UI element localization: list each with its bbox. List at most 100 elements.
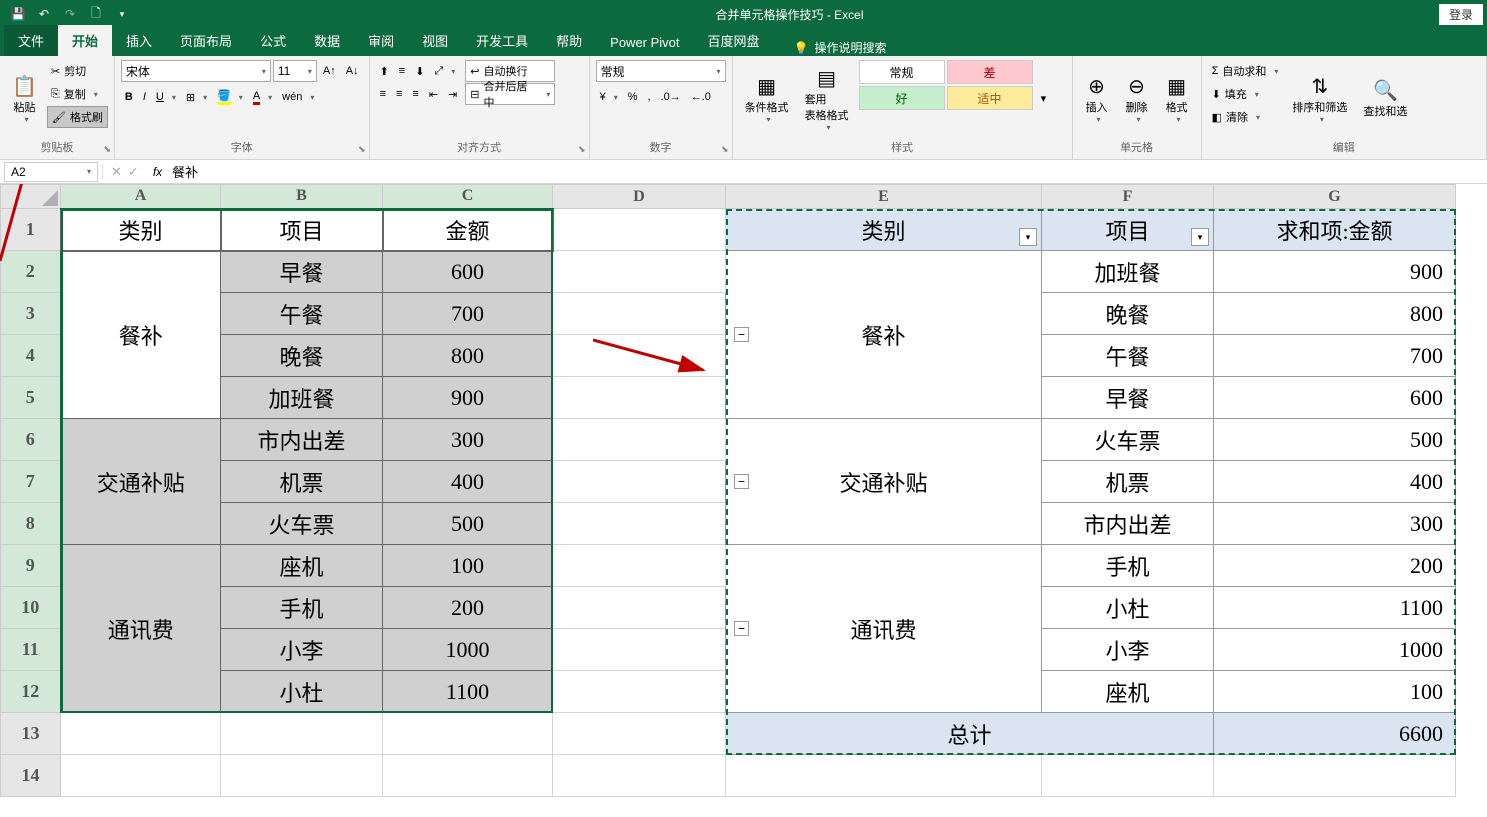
pivot-collapse-button[interactable]: − [734, 327, 749, 342]
border-button[interactable]: ⊞▾ [182, 86, 211, 108]
cell-F4[interactable]: 午餐 [1042, 335, 1214, 377]
cell-B5[interactable]: 加班餐 [221, 377, 383, 419]
tab-help[interactable]: 帮助 [542, 25, 596, 56]
delete-cells-button[interactable]: ⊖删除▾ [1119, 60, 1155, 137]
cell-D2[interactable] [553, 251, 726, 293]
select-all-cell[interactable] [1, 185, 61, 209]
cell-C1[interactable]: 金额 [383, 209, 553, 251]
cell-A14[interactable] [61, 755, 221, 797]
align-bottom-button[interactable]: ⬇ [411, 60, 428, 82]
confirm-edit-button[interactable]: ✓ [128, 164, 139, 180]
cell-C4[interactable]: 800 [383, 335, 553, 377]
cell-D5[interactable] [553, 377, 726, 419]
bold-button[interactable]: B [121, 86, 137, 108]
cancel-edit-button[interactable]: ✕ [111, 164, 122, 180]
copy-button[interactable]: ⎘复制▾ [47, 83, 108, 105]
clear-button[interactable]: ◧清除▾ [1208, 106, 1283, 128]
cell-B3[interactable]: 午餐 [221, 293, 383, 335]
cell-B10[interactable]: 手机 [221, 587, 383, 629]
style-normal[interactable]: 常规 [859, 60, 945, 84]
align-middle-button[interactable]: ≡ [395, 60, 409, 82]
pivot-filter-category[interactable]: ▾ [1019, 228, 1037, 246]
cell-A2[interactable]: 餐补 [61, 251, 221, 419]
cell-G2[interactable]: 900 [1214, 251, 1456, 293]
align-top-button[interactable]: ⬆ [376, 60, 393, 82]
tab-layout[interactable]: 页面布局 [166, 25, 246, 56]
tab-baidu[interactable]: 百度网盘 [694, 25, 774, 56]
column-header-E[interactable]: E [726, 185, 1042, 209]
fill-button[interactable]: ⬇填充▾ [1208, 83, 1283, 105]
row-header-5[interactable]: 5 [1, 377, 61, 419]
italic-button[interactable]: I [139, 86, 150, 108]
cell-E13[interactable]: 总计 [726, 713, 1214, 755]
font-launcher[interactable]: ⬊ [358, 144, 366, 155]
cell-C9[interactable]: 100 [383, 545, 553, 587]
formula-input[interactable]: 餐补 [168, 162, 1487, 181]
increase-decimal-button[interactable]: .0→ [657, 86, 685, 108]
column-header-D[interactable]: D [553, 185, 726, 209]
touch-mode-button[interactable]: 🗋 [84, 3, 108, 25]
tab-home[interactable]: 开始 [58, 25, 112, 56]
cell-B14[interactable] [221, 755, 383, 797]
column-header-F[interactable]: F [1042, 185, 1214, 209]
cell-G3[interactable]: 800 [1214, 293, 1456, 335]
style-good[interactable]: 好 [859, 86, 945, 110]
login-button[interactable]: 登录 [1439, 4, 1483, 25]
cell-G10[interactable]: 1100 [1214, 587, 1456, 629]
row-header-11[interactable]: 11 [1, 629, 61, 671]
cell-G12[interactable]: 100 [1214, 671, 1456, 713]
styles-more-button[interactable]: ▾ [1037, 88, 1051, 110]
tab-powerpivot[interactable]: Power Pivot [596, 29, 693, 56]
cell-C10[interactable]: 200 [383, 587, 553, 629]
decrease-decimal-button[interactable]: ←.0 [687, 86, 715, 108]
cell-B7[interactable]: 机票 [221, 461, 383, 503]
pivot-collapse-button[interactable]: − [734, 474, 749, 489]
decrease-indent-button[interactable]: ⇤ [425, 83, 442, 105]
cell-F12[interactable]: 座机 [1042, 671, 1214, 713]
cell-A6[interactable]: 交通补贴 [61, 419, 221, 545]
cell-D6[interactable] [553, 419, 726, 461]
row-header-10[interactable]: 10 [1, 587, 61, 629]
cell-F6[interactable]: 火车票 [1042, 419, 1214, 461]
row-header-6[interactable]: 6 [1, 419, 61, 461]
sort-filter-button[interactable]: ⇅排序和筛选▾ [1286, 60, 1353, 137]
qat-customize[interactable]: ▾ [110, 3, 134, 25]
row-header-1[interactable]: 1 [1, 209, 61, 251]
cell-E1[interactable]: 类别▾ [726, 209, 1042, 251]
tab-view[interactable]: 视图 [408, 25, 462, 56]
fx-icon[interactable]: fx [147, 165, 168, 179]
cell-D13[interactable] [553, 713, 726, 755]
row-header-7[interactable]: 7 [1, 461, 61, 503]
cell-C11[interactable]: 1000 [383, 629, 553, 671]
cell-G9[interactable]: 200 [1214, 545, 1456, 587]
cell-A1[interactable]: 类别 [61, 209, 221, 251]
cell-C12[interactable]: 1100 [383, 671, 553, 713]
row-header-9[interactable]: 9 [1, 545, 61, 587]
cell-F10[interactable]: 小杜 [1042, 587, 1214, 629]
cell-B11[interactable]: 小李 [221, 629, 383, 671]
cell-B4[interactable]: 晚餐 [221, 335, 383, 377]
style-neutral[interactable]: 适中 [947, 86, 1033, 110]
cell-D8[interactable] [553, 503, 726, 545]
cell-F8[interactable]: 市内出差 [1042, 503, 1214, 545]
tab-review[interactable]: 审阅 [354, 25, 408, 56]
tab-file[interactable]: 文件 [4, 25, 58, 56]
cell-B1[interactable]: 项目 [221, 209, 383, 251]
save-button[interactable]: 💾 [6, 3, 30, 25]
tab-dev[interactable]: 开发工具 [462, 25, 542, 56]
row-header-4[interactable]: 4 [1, 335, 61, 377]
cell-D3[interactable] [553, 293, 726, 335]
align-launcher[interactable]: ⬊ [578, 144, 586, 155]
cell-C7[interactable]: 400 [383, 461, 553, 503]
cell-A13[interactable] [61, 713, 221, 755]
increase-indent-button[interactable]: ⇥ [444, 83, 461, 105]
cell-G14[interactable] [1214, 755, 1456, 797]
comma-format-button[interactable]: , [643, 86, 654, 108]
format-painter-button[interactable]: 🖌格式刷 [47, 106, 108, 128]
row-header-12[interactable]: 12 [1, 671, 61, 713]
cell-D7[interactable] [553, 461, 726, 503]
cell-E6[interactable]: 交通补贴− [726, 419, 1042, 545]
name-box[interactable]: A2▾ [4, 162, 98, 182]
increase-font-button[interactable]: A↑ [319, 60, 340, 82]
column-header-G[interactable]: G [1214, 185, 1456, 209]
